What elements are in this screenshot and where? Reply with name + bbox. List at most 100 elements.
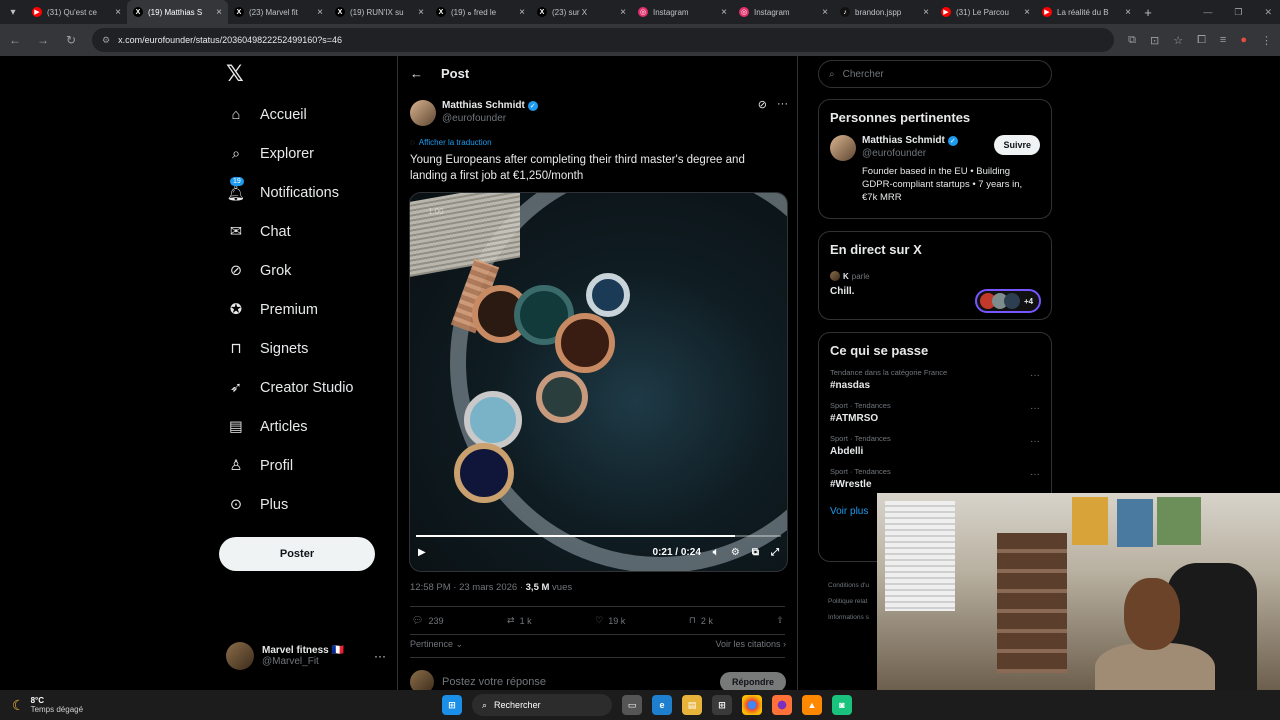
trend-item[interactable]: Sport · Tendances #Wrestle ··· — [830, 467, 1040, 490]
store-icon[interactable]: ⊞ — [712, 695, 732, 715]
post-timestamp[interactable]: 12:58 PM · 23 mars 2026 · — [410, 582, 526, 593]
close-tab-icon[interactable]: × — [822, 7, 828, 18]
footer-link[interactable]: Politique relat — [828, 594, 869, 610]
live-card[interactable]: En direct sur X K parle Chill. +4 — [818, 231, 1052, 320]
play-icon[interactable]: ▶ — [418, 547, 426, 558]
browser-tab[interactable]: ♪ brandon.jspp × — [834, 0, 935, 24]
more-icon[interactable]: ··· — [374, 649, 386, 663]
volume-icon[interactable]: 🔈︎ — [713, 547, 719, 558]
address-bar[interactable]: ⚙ x.com/eurofounder/status/2036049822252… — [92, 28, 1115, 52]
nav-item-plus[interactable]: ⊙ Plus — [226, 493, 288, 517]
close-tab-icon[interactable]: × — [1024, 7, 1030, 18]
pip-icon[interactable]: ⧉ — [752, 547, 759, 558]
person-name[interactable]: Matthias Schmidt — [862, 135, 945, 146]
author-handle[interactable]: @eurofounder — [442, 113, 538, 124]
translate-link[interactable]: ◌ Afficher la traduction — [410, 138, 492, 147]
browser-menu-icon[interactable]: ⋮ — [1261, 34, 1272, 47]
taskbar-search[interactable]: ⌕ Rechercher — [472, 694, 612, 716]
live-participants[interactable]: +4 — [975, 289, 1041, 313]
footer-link[interactable]: Informations s — [828, 610, 869, 626]
nav-item-explorer[interactable]: ⌕ Explorer — [226, 142, 314, 166]
close-tab-icon[interactable]: × — [317, 7, 323, 18]
repost-action[interactable]: ⇄ 1 k — [507, 615, 532, 626]
fullscreen-icon[interactable]: ⤢ — [771, 547, 779, 558]
nav-item-profil[interactable]: ♙ Profil — [226, 454, 294, 478]
star-icon[interactable]: ☆ — [1173, 34, 1183, 47]
like-action[interactable]: ♡ 19 k — [595, 615, 625, 626]
author-avatar[interactable] — [830, 135, 856, 161]
reload-icon[interactable]: ↻ — [64, 33, 78, 47]
task-view-icon[interactable]: ▭ — [622, 695, 642, 715]
reply-action[interactable]: 💬︎ 239 — [412, 615, 443, 626]
trend-item[interactable]: Sport · Tendances #ATMRSO ··· — [830, 401, 1040, 424]
footer-link[interactable]: Conditions d'u — [828, 578, 869, 594]
chrome-icon[interactable] — [742, 695, 762, 715]
author-avatar[interactable] — [410, 100, 436, 126]
new-tab-button[interactable]: + — [1137, 5, 1159, 20]
browser-tab[interactable]: X (19) Matthias S × — [127, 0, 228, 24]
trend-more-icon[interactable]: ··· — [1030, 469, 1040, 480]
minimize-icon[interactable]: — — [1203, 7, 1212, 17]
reply-input[interactable]: Postez votre réponse — [442, 676, 546, 688]
firefox-icon[interactable] — [772, 695, 792, 715]
nav-item-accueil[interactable]: ⌂ Accueil — [226, 103, 307, 127]
trend-more-icon[interactable]: ··· — [1030, 403, 1040, 414]
nav-item-premium[interactable]: ✪ Premium — [226, 298, 318, 322]
close-tab-icon[interactable]: × — [620, 7, 626, 18]
nav-item-creator-studio[interactable]: ➶ Creator Studio — [226, 376, 354, 400]
reading-list-icon[interactable]: ≡ — [1220, 34, 1226, 46]
follow-button[interactable]: Suivre — [994, 135, 1040, 155]
start-icon[interactable]: ⊞ — [442, 695, 462, 715]
trend-item[interactable]: Tendance dans la catégorie France #nasda… — [830, 368, 1040, 391]
trend-more-icon[interactable]: ··· — [1030, 370, 1040, 381]
maximize-icon[interactable]: ❐ — [1234, 7, 1242, 18]
browser-tab[interactable]: X (23) sur X × — [531, 0, 632, 24]
profile-icon[interactable]: ● — [1240, 34, 1247, 46]
close-tab-icon[interactable]: × — [418, 7, 424, 18]
nav-item-chat[interactable]: ✉ Chat — [226, 220, 291, 244]
close-tab-icon[interactable]: × — [923, 7, 929, 18]
sort-dropdown[interactable]: Pertinence ⌄ — [410, 639, 463, 650]
back-arrow-icon[interactable]: ← — [410, 66, 423, 81]
quotes-link[interactable]: Voir les citations › — [715, 639, 786, 650]
browser-tab[interactable]: ▶ (31) Qu'est ce × — [26, 0, 127, 24]
share-action[interactable]: ⇧ — [776, 615, 784, 626]
trend-more-icon[interactable]: ··· — [1030, 436, 1040, 447]
weather-widget[interactable]: ☾ 8°C Temps dégagé — [0, 696, 200, 714]
trend-item[interactable]: Sport · Tendances Abdelli ··· — [830, 434, 1040, 457]
video-progress-bar[interactable] — [416, 535, 781, 537]
browser-tab[interactable]: ◎ Instagram × — [733, 0, 834, 24]
close-window-icon[interactable]: ✕ — [1264, 7, 1272, 18]
close-tab-icon[interactable]: × — [721, 7, 727, 18]
install-icon[interactable]: ⊡ — [1150, 34, 1159, 47]
cast-icon[interactable]: ⧉ — [1128, 34, 1136, 47]
tab-search-icon[interactable]: ▾ — [0, 0, 26, 24]
settings-icon[interactable]: ⚙ — [731, 547, 740, 558]
browser-tab[interactable]: ▶ La réalité du B × — [1036, 0, 1137, 24]
browser-tab[interactable]: ▶ (31) Le Parcou × — [935, 0, 1036, 24]
browser-tab[interactable]: ◎ Instagram × — [632, 0, 733, 24]
nav-item-notifications[interactable]: 🔔︎ 19 Notifications — [226, 177, 339, 205]
vlc-icon[interactable]: ▲ — [802, 695, 822, 715]
account-switcher[interactable]: Marvel fitness 🇫🇷 @Marvel_Fit ··· — [226, 642, 386, 670]
reply-button[interactable]: Répondre — [719, 672, 786, 692]
nav-item-articles[interactable]: ▤ Articles — [226, 415, 307, 439]
browser-tab[interactable]: X (19) RUN'IX su × — [329, 0, 430, 24]
close-tab-icon[interactable]: × — [216, 7, 222, 18]
video-player[interactable]: 1.00 ▶ 0:21 / 0:24 🔈︎ ⚙ ⧉ ⤢ — [409, 192, 788, 572]
x-logo-icon[interactable]: 𝕏 — [226, 62, 244, 87]
bookmark-action[interactable]: ⊓ 2 k — [689, 615, 713, 626]
extensions-icon[interactable]: ⧠ — [1197, 34, 1206, 47]
edge-icon[interactable]: e — [652, 695, 672, 715]
back-icon[interactable]: ← — [8, 33, 22, 47]
close-tab-icon[interactable]: × — [519, 7, 525, 18]
app-icon[interactable]: ◙ — [832, 695, 852, 715]
site-info-icon[interactable]: ⚙ — [102, 35, 110, 46]
browser-tab[interactable]: X (23) Marvel fit × — [228, 0, 329, 24]
post-more-icon[interactable]: ··· — [777, 98, 788, 126]
file-explorer-icon[interactable]: ▤ — [682, 695, 702, 715]
nav-item-signets[interactable]: ⊓ Signets — [226, 337, 308, 361]
author-name[interactable]: Matthias Schmidt — [442, 100, 525, 111]
close-tab-icon[interactable]: × — [1125, 7, 1131, 18]
forward-icon[interactable]: → — [36, 33, 50, 47]
